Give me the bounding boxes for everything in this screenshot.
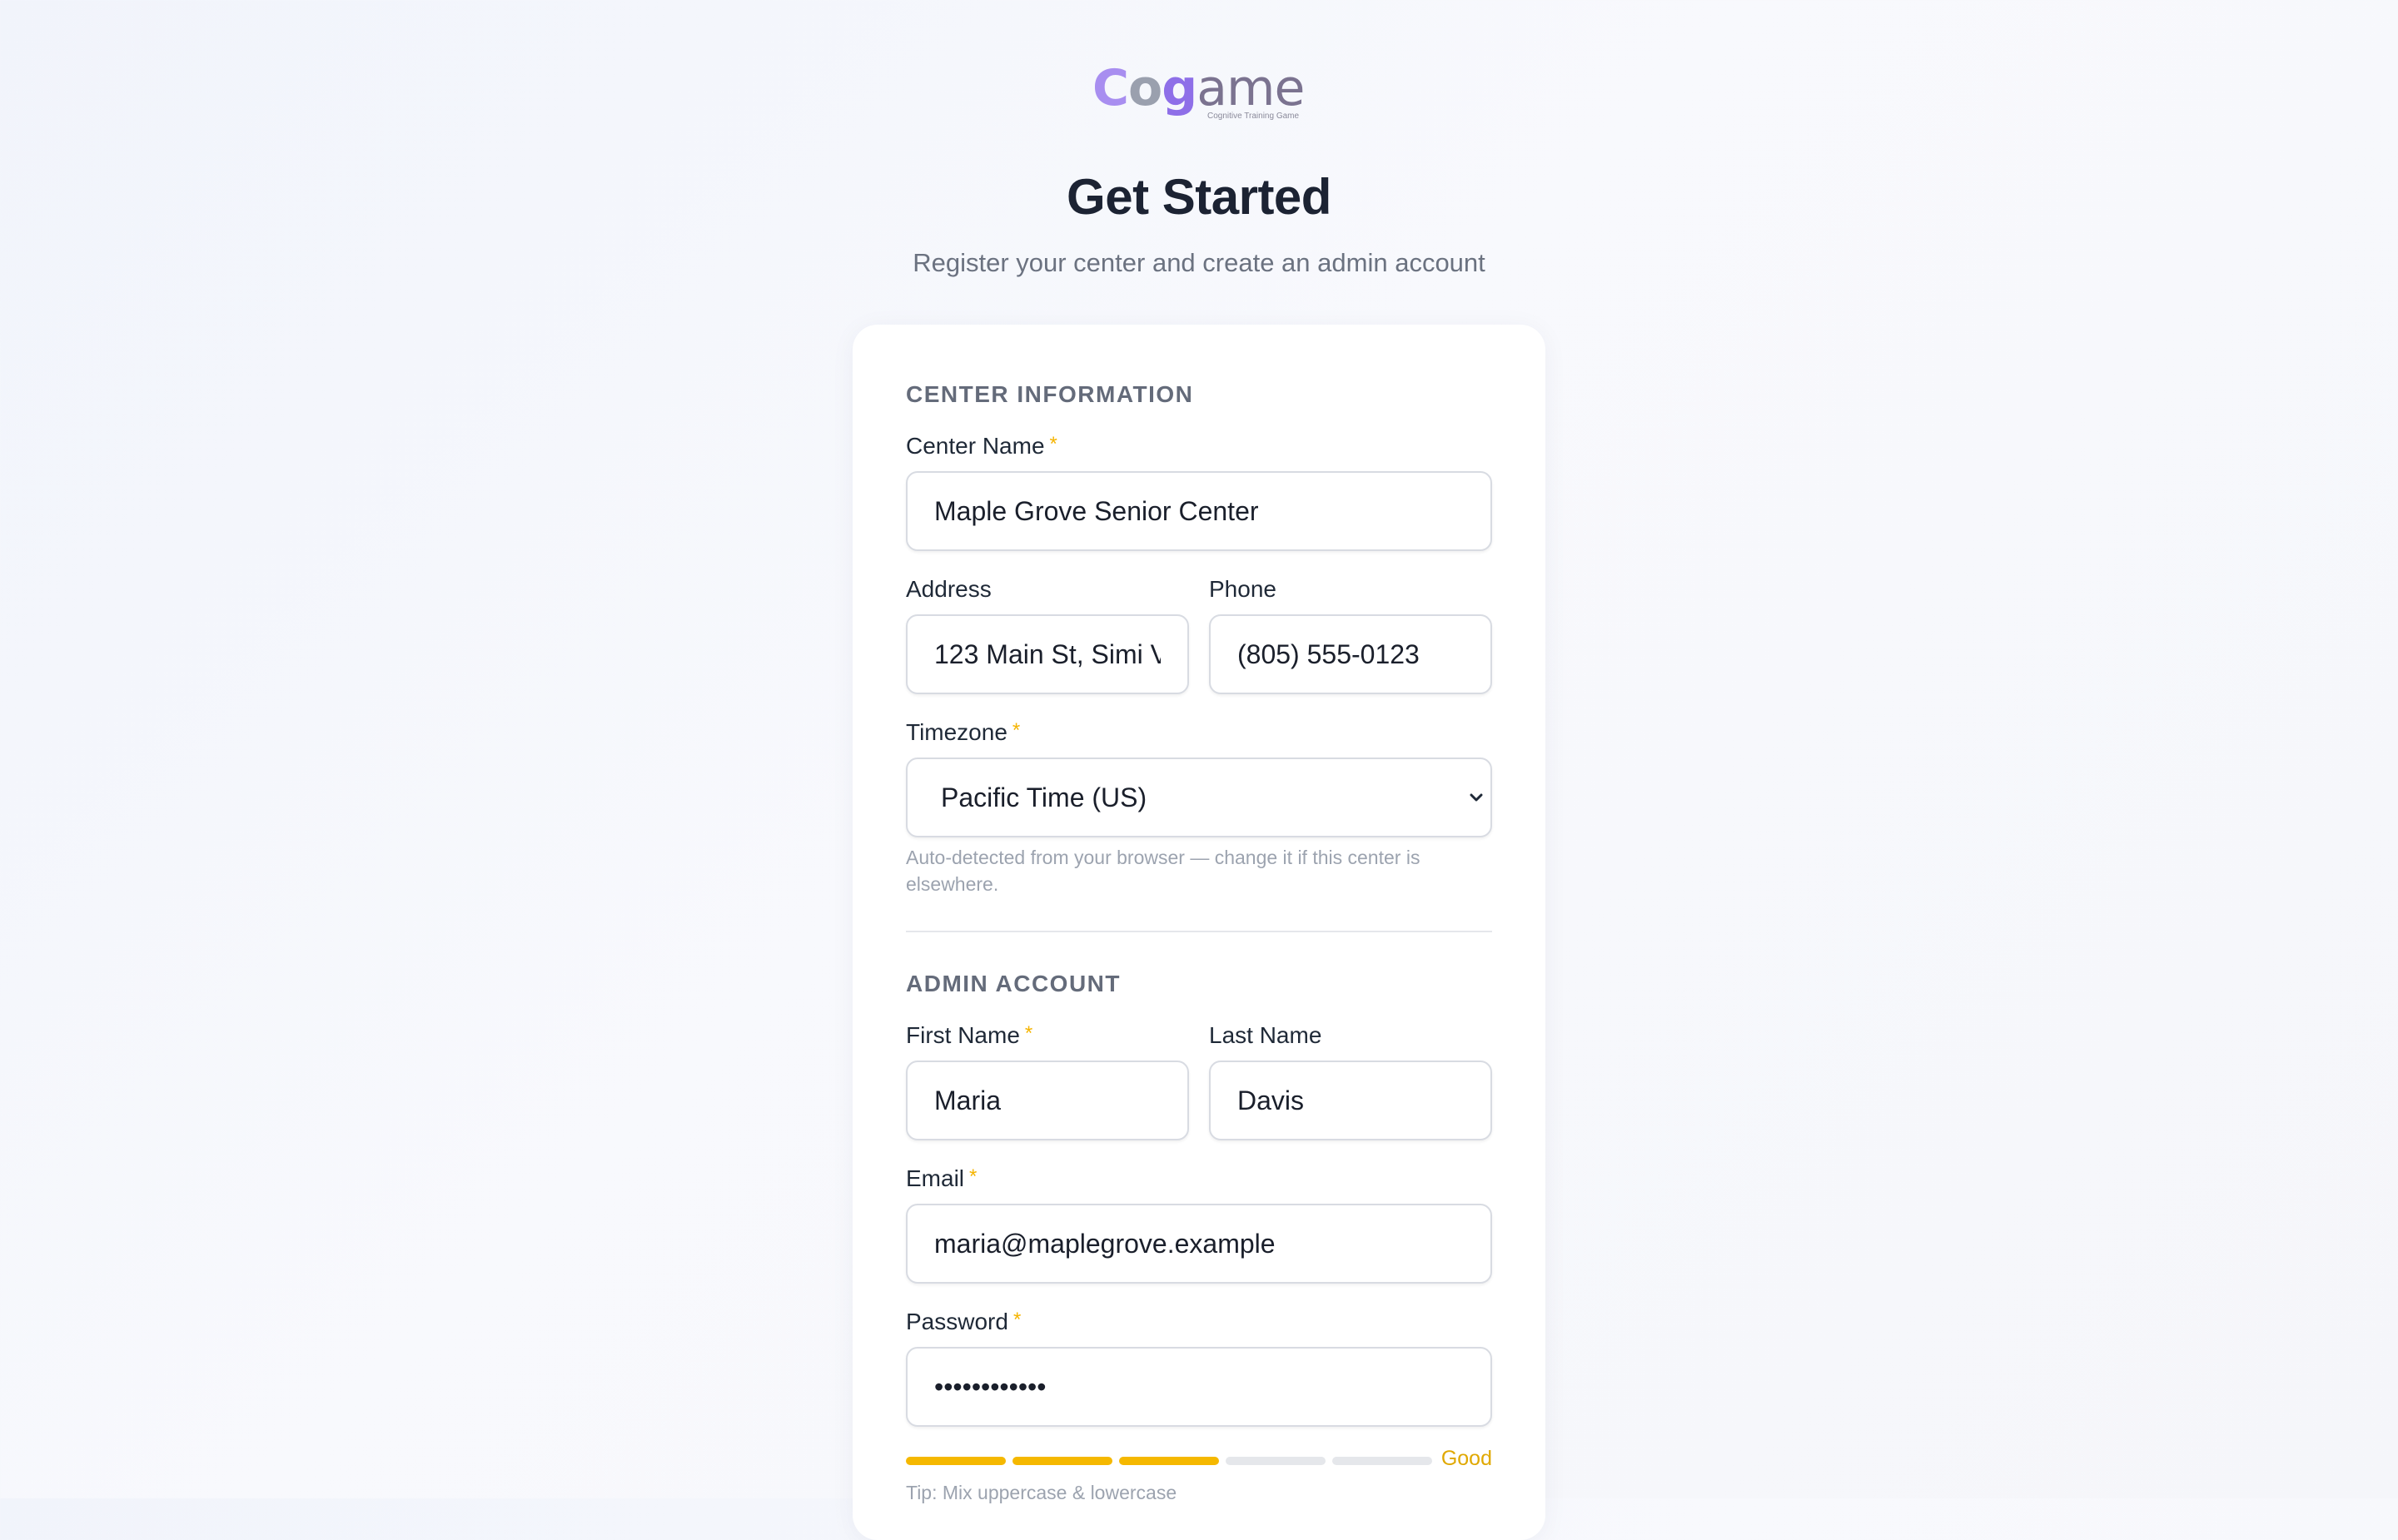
strength-segment <box>1119 1457 1219 1465</box>
page-title: Get Started <box>1067 169 1331 225</box>
center-section-title: CENTER INFORMATION <box>906 381 1194 407</box>
strength-label: Good <box>1440 1447 1492 1470</box>
last-name-label: Last Name <box>1209 1022 1322 1048</box>
required-mark: * <box>969 1165 978 1188</box>
strength-segment <box>1012 1457 1112 1465</box>
required-mark: * <box>1012 719 1021 742</box>
logo-tagline: Cognitive Training Game <box>1207 112 1300 121</box>
registration-card: CENTER INFORMATION Center Name * Maple Gr… <box>853 325 1545 1540</box>
cogame-logo: Co g ame Cognitive Training Game <box>1092 63 1309 127</box>
last-name-input[interactable]: Davis <box>1209 1061 1492 1140</box>
timezone-label: Timezone * <box>906 719 1021 745</box>
strength-segment <box>906 1457 1006 1465</box>
logo-gear-o: o <box>1128 59 1162 117</box>
required-mark: * <box>1024 1022 1033 1045</box>
section-divider <box>906 931 1492 932</box>
strength-segment <box>1332 1457 1432 1465</box>
first-name-label: First Name * <box>906 1022 1033 1048</box>
timezone-select[interactable]: Pacific Time (US) <box>906 758 1492 837</box>
logo-letter-g: g <box>1162 59 1197 117</box>
password-input[interactable]: •••••••••••• <box>906 1347 1492 1427</box>
chevron-down-icon <box>1470 793 1483 802</box>
required-mark: * <box>1049 433 1057 455</box>
password-label: Password * <box>906 1309 1022 1334</box>
timezone-hint: Auto-detected from your browser — change… <box>906 847 1420 895</box>
phone-input[interactable]: (805) 555-0123 <box>1209 614 1492 694</box>
first-name-input[interactable]: Maria <box>906 1061 1189 1140</box>
email-label: Email * <box>906 1165 978 1191</box>
logo-letters-ame: ame <box>1197 59 1305 117</box>
logo-letter-c: C <box>1092 59 1129 117</box>
admin-section-title: ADMIN ACCOUNT <box>906 971 1121 996</box>
center-name-input[interactable]: Maple Grove Senior Center <box>906 471 1492 551</box>
phone-label: Phone <box>1209 576 1276 602</box>
strength-segment <box>1226 1457 1326 1465</box>
required-mark: * <box>1012 1309 1022 1331</box>
page-subtitle: Register your center and create an admin… <box>913 248 1485 277</box>
password-tip: Tip: Mix uppercase & lowercase <box>906 1482 1177 1503</box>
password-strength-meter: Good <box>906 1447 1492 1477</box>
address-input[interactable]: 123 Main St, Simi V <box>906 614 1189 694</box>
register-page: Co g ame Cognitive Training Game Get Start… <box>0 0 2398 1540</box>
center-name-label: Center Name * <box>906 433 1057 459</box>
email-input[interactable]: maria@maplegrove.example <box>906 1204 1492 1284</box>
address-label: Address <box>906 576 992 602</box>
